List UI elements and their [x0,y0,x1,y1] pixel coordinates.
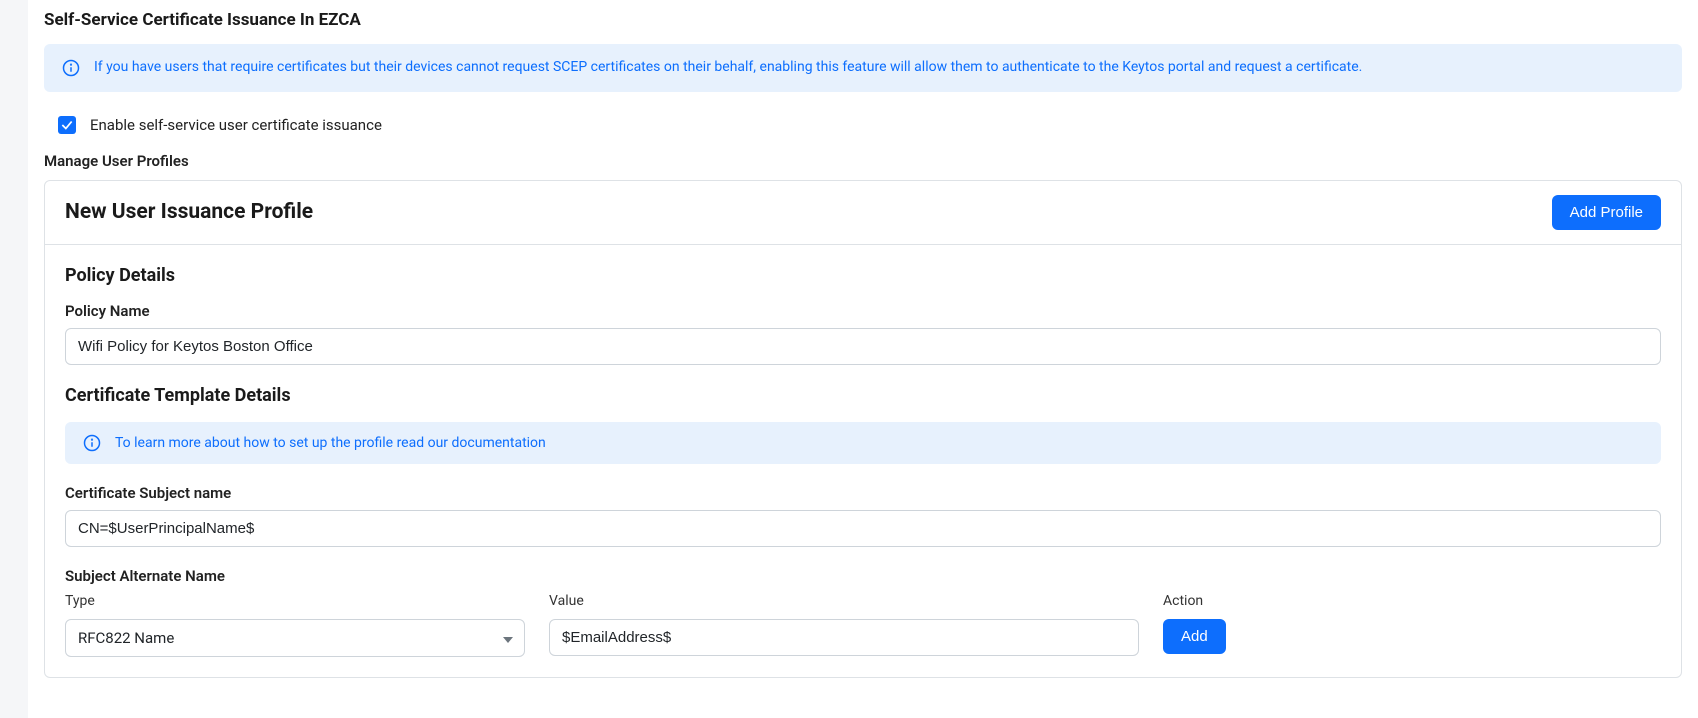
add-profile-button[interactable]: Add Profile [1552,195,1661,230]
san-action-header: Action [1163,593,1293,609]
san-type-column: Type RFC822 Name [65,593,525,657]
subject-name-label: Certificate Subject name [65,484,1661,502]
profile-card-header: New User Issuance Profile Add Profile [45,181,1681,245]
profile-card: New User Issuance Profile Add Profile Po… [44,180,1682,678]
profile-card-title: New User Issuance Profile [65,200,313,224]
enable-checkbox-row: Enable self-service user certificate iss… [44,112,1682,152]
policy-name-input[interactable] [65,328,1661,365]
san-action-column: Action Add [1163,593,1293,654]
template-details-heading: Certificate Template Details [65,385,1661,406]
enable-self-service-label: Enable self-service user certificate iss… [90,116,382,134]
manage-profiles-label: Manage User Profiles [44,152,1682,170]
san-label: Subject Alternate Name [65,567,1661,585]
page-title: Self-Service Certificate Issuance In EZC… [44,10,1682,30]
san-type-header: Type [65,593,525,609]
subject-name-input[interactable] [65,510,1661,547]
info-icon [83,434,101,452]
profile-card-body: Policy Details Policy Name Certificate T… [45,245,1681,677]
top-info-text: If you have users that require certifica… [94,58,1362,78]
template-info-link[interactable]: To learn more about how to set up the pr… [115,435,546,451]
top-info-banner: If you have users that require certifica… [44,44,1682,92]
info-icon [62,59,80,77]
template-info-banner: To learn more about how to set up the pr… [65,422,1661,464]
san-add-button[interactable]: Add [1163,619,1226,654]
enable-self-service-checkbox[interactable] [58,116,76,134]
san-row: Type RFC822 Name Value [65,593,1661,657]
chevron-down-icon [503,629,513,647]
page-container: Self-Service Certificate Issuance In EZC… [28,0,1698,718]
san-value-column: Value [549,593,1139,656]
san-value-header: Value [549,593,1139,609]
policy-name-label: Policy Name [65,302,1661,320]
policy-details-heading: Policy Details [65,265,1661,286]
san-value-input[interactable] [549,619,1139,656]
san-type-select[interactable]: RFC822 Name [65,619,525,657]
san-type-selected: RFC822 Name [78,629,174,647]
